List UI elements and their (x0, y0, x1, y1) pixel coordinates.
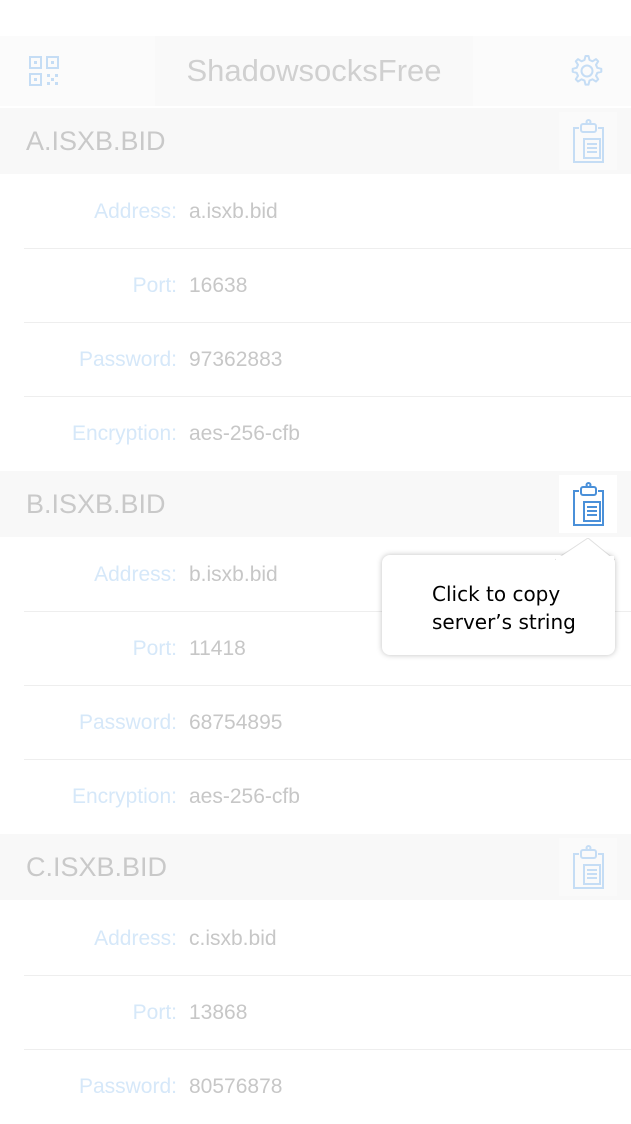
password-label: Password: (78, 711, 177, 734)
app-title: ShadowsocksFree (155, 36, 473, 106)
address-value: a.isxb.bid (189, 200, 278, 223)
password-value: 97362883 (189, 348, 283, 371)
address-label: Address: (94, 927, 177, 950)
port-value: 16638 (189, 274, 248, 297)
server-field-row: Port: 13868 (0, 976, 631, 1050)
encryption-value: aes-256-cfb (189, 785, 300, 808)
port-value: 13868 (189, 1001, 248, 1024)
encryption-value: aes-256-cfb (189, 422, 300, 445)
settings-button[interactable] (566, 50, 608, 92)
copy-server-button[interactable] (559, 838, 617, 896)
port-value: 11418 (189, 637, 246, 660)
server-section-header: A.ISXB.BID (0, 108, 631, 174)
password-value: 80576878 (189, 1075, 283, 1098)
address-label: Address: (94, 563, 177, 586)
navigation-bar: ShadowsocksFree (0, 36, 631, 106)
port-label: Port: (132, 274, 177, 297)
password-label: Password: (78, 1075, 177, 1098)
gear-icon (571, 55, 603, 86)
password-label: Password: (78, 348, 177, 371)
clipboard-icon (573, 845, 604, 889)
server-field-row: Encryption: aes-256-cfb (0, 397, 631, 471)
server-title: B.ISXB.BID (26, 489, 166, 519)
server-field-row: Password: 97362883 (0, 323, 631, 397)
server-field-row: Password: 80576878 (0, 1050, 631, 1124)
port-label: Port: (132, 1001, 177, 1024)
qr-code-icon (29, 56, 59, 86)
server-section-header: C.ISXB.BID (0, 834, 631, 900)
port-label: Port: (132, 637, 177, 660)
encryption-label: Encryption: (71, 422, 177, 445)
server-field-row: Address: c.isxb.bid (0, 902, 631, 976)
server-section-header: B.ISXB.BID (0, 471, 631, 537)
address-label: Address: (94, 200, 177, 223)
address-value: b.isxb.bid (189, 563, 278, 586)
server-field-row: Password: 68754895 (0, 686, 631, 760)
copy-server-button[interactable] (559, 475, 617, 533)
tooltip-text: Click to copy server’s string (432, 580, 607, 636)
password-value: 68754895 (189, 711, 283, 734)
server-field-row: Port: 16638 (0, 249, 631, 323)
tooltip-line: Click to copy (432, 582, 561, 606)
clipboard-icon (573, 119, 604, 163)
server-title: A.ISXB.BID (26, 126, 166, 156)
clipboard-icon (573, 482, 604, 526)
encryption-label: Encryption: (71, 785, 177, 808)
copy-server-button[interactable] (559, 112, 617, 170)
address-value: c.isxb.bid (189, 927, 277, 950)
server-title: C.ISXB.BID (26, 852, 168, 882)
server-field-row: Encryption: aes-256-cfb (0, 760, 631, 834)
qr-code-button[interactable] (22, 50, 64, 92)
copy-tooltip: Click to copy server’s string (382, 555, 615, 655)
tooltip-line: server’s string (432, 610, 576, 634)
server-field-row: Address: a.isxb.bid (0, 175, 631, 249)
tooltip-arrow (555, 538, 615, 560)
